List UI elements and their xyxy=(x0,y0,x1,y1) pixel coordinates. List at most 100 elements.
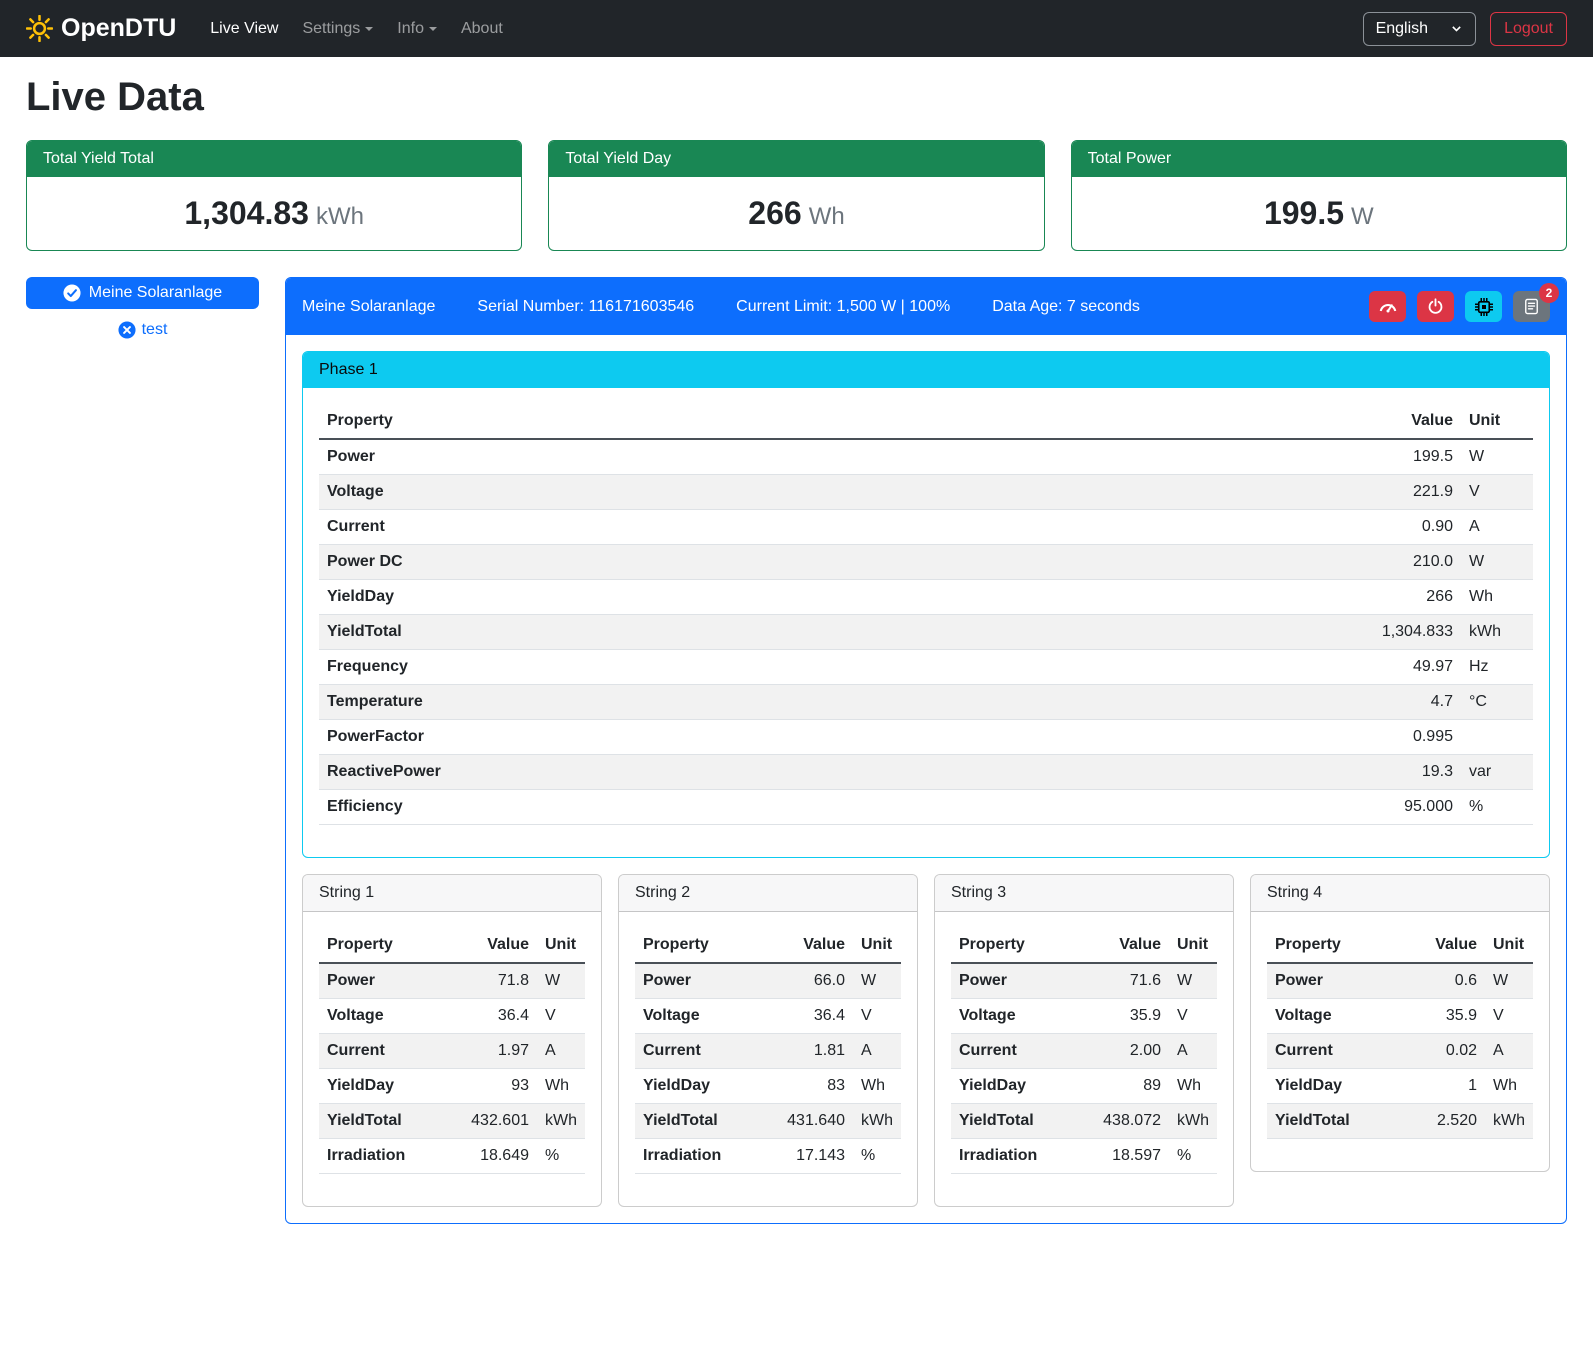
property-value: 66.0 xyxy=(775,963,853,999)
event-count-badge: 2 xyxy=(1539,283,1559,303)
strings-grid: String 1 Property Value Unit xyxy=(302,874,1550,1207)
nav-live-view[interactable]: Live View xyxy=(200,12,288,46)
property-value: 36.4 xyxy=(775,999,853,1034)
property-value: 431.640 xyxy=(775,1104,853,1139)
table-header-row: Property Value Unit xyxy=(319,928,585,963)
property-value: 266 xyxy=(1331,580,1461,615)
phase-card-title: Phase 1 xyxy=(303,352,1549,388)
property-value: 0.90 xyxy=(1331,510,1461,545)
summary-card-value: 266 xyxy=(748,195,801,231)
table-row: YieldTotal 431.640 kWh xyxy=(635,1104,901,1139)
summary-card-title: Total Yield Total xyxy=(27,141,521,177)
property-name: Voltage xyxy=(319,999,459,1034)
property-value: 93 xyxy=(459,1069,537,1104)
property-value: 18.649 xyxy=(459,1139,537,1174)
column-header-unit: Unit xyxy=(1485,928,1533,963)
device-info-button[interactable] xyxy=(1465,291,1502,322)
property-unit: Wh xyxy=(1169,1069,1217,1104)
property-unit: % xyxy=(1169,1139,1217,1174)
nav-about[interactable]: About xyxy=(451,12,513,46)
table-row: YieldTotal 432.601 kWh xyxy=(319,1104,585,1139)
table-row: YieldTotal 2.520 kWh xyxy=(1267,1104,1533,1139)
property-name: Power xyxy=(1267,963,1407,999)
power-icon xyxy=(1427,298,1444,315)
table-row: Voltage 35.9 V xyxy=(1267,999,1533,1034)
table-row: YieldTotal 1,304.833 kWh xyxy=(319,615,1533,650)
property-value: 2.520 xyxy=(1407,1104,1485,1139)
column-header-property: Property xyxy=(951,928,1091,963)
property-name: PowerFactor xyxy=(319,720,1331,755)
property-unit: kWh xyxy=(1485,1104,1533,1139)
column-header-property: Property xyxy=(1267,928,1407,963)
language-select[interactable]: English xyxy=(1363,12,1476,46)
table-header-row: Property Value Unit xyxy=(951,928,1217,963)
table-row: ReactivePower 19.3 var xyxy=(319,755,1533,790)
string-card-title: String 4 xyxy=(1251,875,1549,912)
property-value: 49.97 xyxy=(1331,650,1461,685)
caret-down-icon xyxy=(365,27,373,31)
nav-info-label: Info xyxy=(397,20,424,37)
property-value: 83 xyxy=(775,1069,853,1104)
inverter-name: Meine Solaranlage xyxy=(302,298,435,316)
table-row: Current 2.00 A xyxy=(951,1034,1217,1069)
property-name: YieldDay xyxy=(319,580,1331,615)
property-name: Voltage xyxy=(1267,999,1407,1034)
property-value: 0.6 xyxy=(1407,963,1485,999)
property-name: Efficiency xyxy=(319,790,1331,825)
property-unit: W xyxy=(853,963,901,999)
table-row: Current 1.97 A xyxy=(319,1034,585,1069)
table-row: YieldTotal 438.072 kWh xyxy=(951,1104,1217,1139)
string-4-table: Property Value Unit Power xyxy=(1267,928,1533,1139)
column-header-value: Value xyxy=(775,928,853,963)
inverter-current-limit: Current Limit: 1,500 W | 100% xyxy=(736,298,950,316)
property-unit: W xyxy=(1485,963,1533,999)
property-name: Current xyxy=(1267,1034,1407,1069)
event-log-button[interactable]: 2 xyxy=(1513,291,1550,322)
nav-settings-dropdown[interactable]: Settings xyxy=(292,12,383,46)
property-value: 71.8 xyxy=(459,963,537,999)
property-value: 1,304.833 xyxy=(1331,615,1461,650)
property-unit: kWh xyxy=(1169,1104,1217,1139)
column-header-value: Value xyxy=(1407,928,1485,963)
inverter-select-test[interactable]: test xyxy=(26,321,259,339)
property-name: Current xyxy=(951,1034,1091,1069)
top-navbar: OpenDTU Live View Settings Info About En… xyxy=(0,0,1593,57)
string-card-1: String 1 Property Value Unit xyxy=(302,874,602,1207)
table-row: Voltage 221.9 V xyxy=(319,475,1533,510)
brand-link[interactable]: OpenDTU xyxy=(26,14,176,43)
table-row: YieldDay 1 Wh xyxy=(1267,1069,1533,1104)
nav-info-dropdown[interactable]: Info xyxy=(387,12,447,46)
x-circle-icon xyxy=(118,321,136,339)
logout-button[interactable]: Logout xyxy=(1490,12,1567,46)
column-header-property: Property xyxy=(319,928,459,963)
property-value: 210.0 xyxy=(1331,545,1461,580)
summary-card-value: 199.5 xyxy=(1264,195,1344,231)
property-unit: V xyxy=(1485,999,1533,1034)
property-name: YieldTotal xyxy=(319,615,1331,650)
column-header-value: Value xyxy=(1091,928,1169,963)
summary-card-total-power: Total Power 199.5W xyxy=(1071,140,1567,251)
table-row: Voltage 36.4 V xyxy=(319,999,585,1034)
property-unit: A xyxy=(537,1034,585,1069)
property-value: 1 xyxy=(1407,1069,1485,1104)
string-3-table: Property Value Unit Power xyxy=(951,928,1217,1174)
limit-settings-button[interactable] xyxy=(1369,291,1406,322)
property-unit xyxy=(1461,720,1533,755)
table-row: PowerFactor 0.995 xyxy=(319,720,1533,755)
cpu-icon xyxy=(1474,297,1494,317)
property-value: 438.072 xyxy=(1091,1104,1169,1139)
summary-card-value: 1,304.83 xyxy=(184,195,309,231)
table-row: Efficiency 95.000 % xyxy=(319,790,1533,825)
inverter-select-meine-solaranlage[interactable]: Meine Solaranlage xyxy=(26,277,259,309)
property-unit: W xyxy=(1461,439,1533,475)
property-value: 18.597 xyxy=(1091,1139,1169,1174)
property-unit: Wh xyxy=(1485,1069,1533,1104)
property-name: Power xyxy=(319,439,1331,475)
table-header-row: Property Value Unit xyxy=(635,928,901,963)
property-unit: % xyxy=(537,1139,585,1174)
property-value: 4.7 xyxy=(1331,685,1461,720)
table-row: Current 0.02 A xyxy=(1267,1034,1533,1069)
property-name: YieldTotal xyxy=(1267,1104,1407,1139)
property-value: 36.4 xyxy=(459,999,537,1034)
power-button[interactable] xyxy=(1417,291,1454,322)
